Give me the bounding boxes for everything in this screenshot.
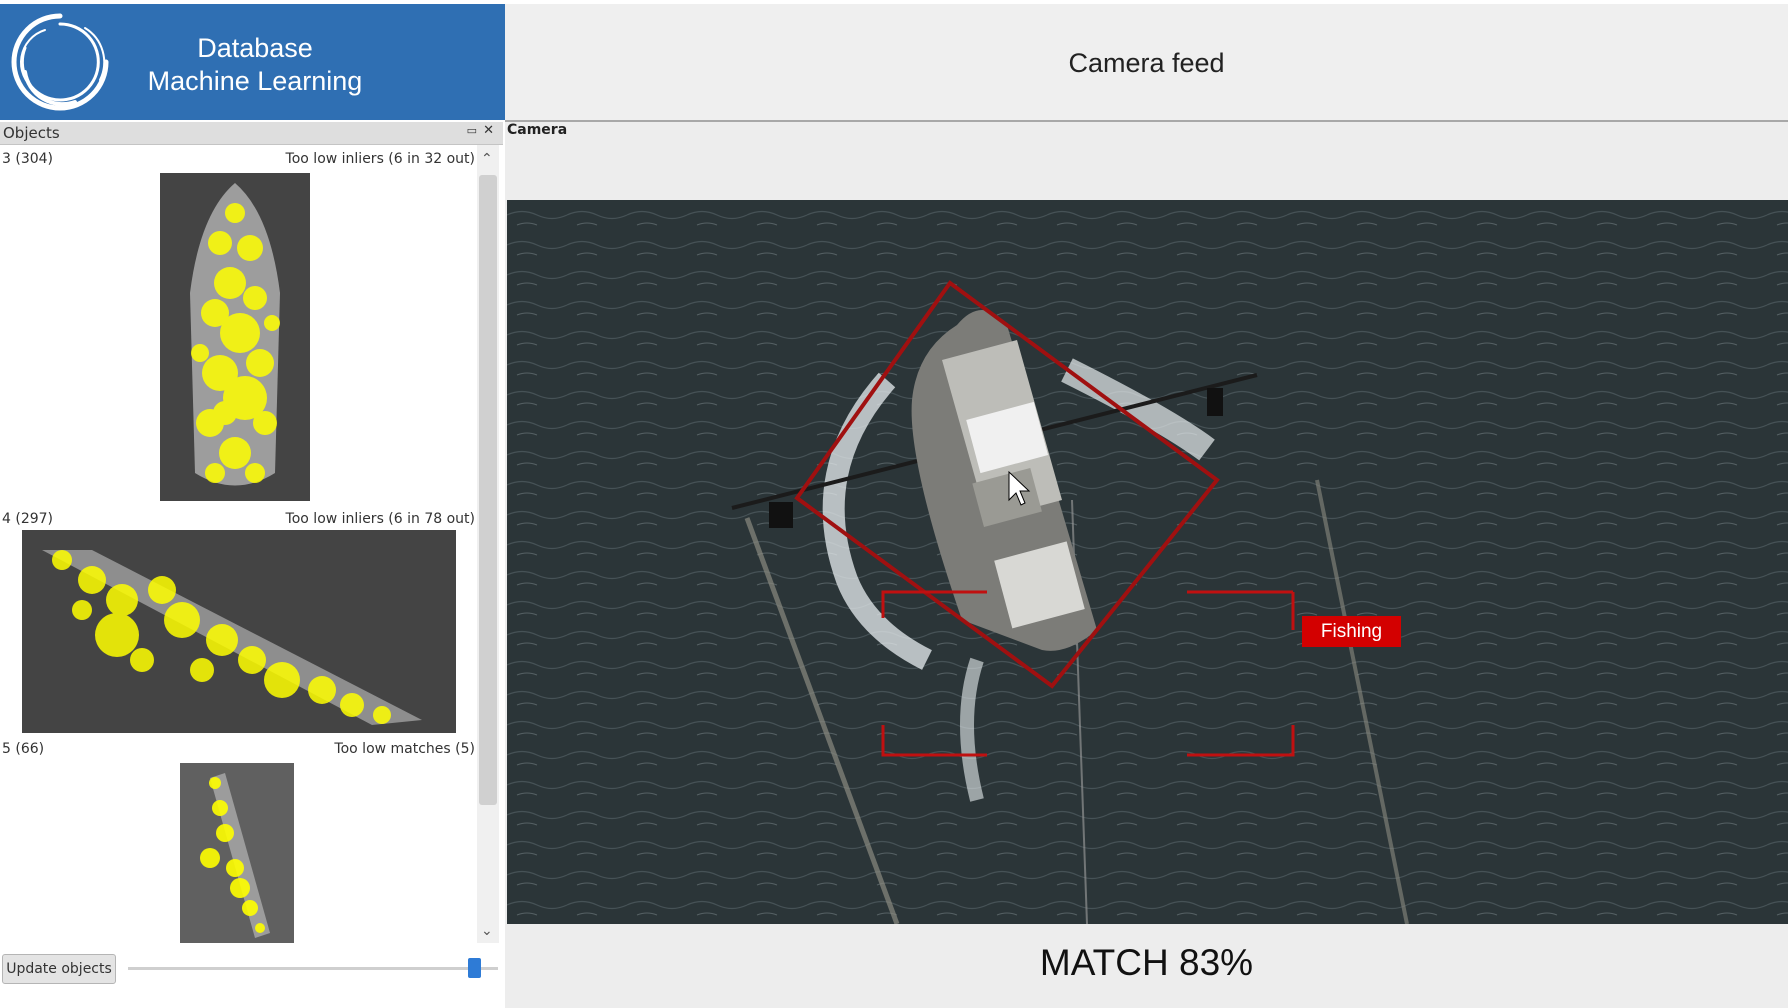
- object-thumbnail[interactable]: [180, 763, 294, 943]
- object-status: Too low inliers (6 in 78 out): [285, 511, 475, 527]
- object-id: 3 (304): [2, 151, 54, 167]
- brand-title: Database Machine Learning: [140, 32, 370, 98]
- object-item-header: 5 (66) Too low matches (5): [0, 741, 475, 759]
- camera-frame-image: [507, 200, 1788, 924]
- chevron-down-icon[interactable]: ⌄: [481, 923, 493, 939]
- object-thumbnail[interactable]: [22, 530, 456, 733]
- page-title: Camera feed: [1068, 48, 1225, 78]
- boat-features-image: [180, 763, 294, 943]
- objects-list[interactable]: 3 (304) Too low inliers (6 in 32 out) 4 …: [0, 145, 475, 943]
- object-id: 4 (297): [2, 511, 54, 527]
- close-icon[interactable]: ✕: [483, 123, 494, 138]
- object-item-header: 3 (304) Too low inliers (6 in 32 out): [0, 151, 475, 169]
- object-item-header: 4 (297) Too low inliers (6 in 78 out): [0, 511, 475, 529]
- detection-label: Fishing: [1302, 616, 1401, 647]
- title-bar: Camera feed: [505, 4, 1788, 122]
- chevron-up-icon[interactable]: ⌃: [481, 151, 493, 167]
- objects-dock-title: Objects: [3, 124, 60, 142]
- camera-dock-title: Camera: [507, 122, 568, 138]
- scrollbar-thumb[interactable]: [479, 175, 497, 805]
- brand-title-line1: Database: [197, 33, 313, 63]
- object-status: Too low inliers (6 in 32 out): [285, 151, 475, 167]
- objects-dock-titlebar: Objects ▭ ✕: [0, 122, 503, 145]
- object-thumbnail[interactable]: [160, 173, 310, 501]
- boat-features-image: [22, 530, 456, 733]
- camera-dock: Camera Fishing MATCH 83%: [505, 122, 1788, 1008]
- objects-slider-handle[interactable]: [468, 958, 481, 978]
- objects-dock: Objects ▭ ✕ 3 (304) Too low inliers (6 i…: [0, 122, 503, 1008]
- objects-scrollbar[interactable]: ⌃ ⌄: [477, 145, 499, 943]
- match-score: MATCH 83%: [1039, 942, 1254, 983]
- objects-slider-track[interactable]: [128, 967, 498, 970]
- boat-features-image: [160, 173, 310, 501]
- object-status: Too low matches (5): [334, 741, 475, 757]
- update-objects-button[interactable]: Update objects: [2, 954, 116, 984]
- camera-view[interactable]: Fishing: [507, 200, 1788, 924]
- brand-header: Database Machine Learning: [0, 4, 505, 120]
- circular-swirl-logo-icon: [11, 13, 109, 111]
- brand-title-line2: Machine Learning: [147, 66, 363, 96]
- object-id: 5 (66): [2, 741, 45, 757]
- float-icon[interactable]: ▭: [467, 124, 477, 137]
